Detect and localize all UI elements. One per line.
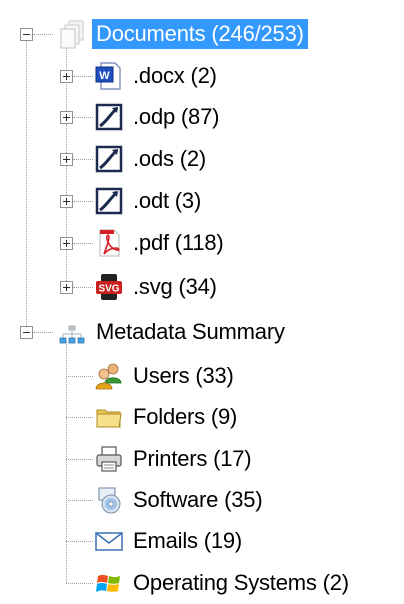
email-icon: [94, 526, 124, 556]
expand-ods-toggle[interactable]: [60, 153, 73, 166]
tree-node-label: .svg (34): [133, 274, 217, 299]
folder-icon: [94, 402, 124, 432]
tree-node-printers[interactable]: Printers (17): [94, 443, 255, 475]
printer-icon: [94, 444, 124, 474]
tree-node-ods[interactable]: .ods (2): [94, 143, 210, 175]
tree-node-label: .ods (2): [133, 146, 206, 171]
svg-text:SVG: SVG: [98, 284, 119, 295]
collapse-metadata-toggle[interactable]: [20, 326, 33, 339]
tree-node-users[interactable]: Users (33): [94, 360, 238, 392]
tree-node-folders[interactable]: Folders (9): [94, 401, 241, 433]
tree-node-label: Operating Systems (2): [133, 570, 349, 595]
tree-guide-line: [33, 34, 53, 35]
tree-node-label: .odt (3): [133, 188, 202, 213]
tree-node-pdf[interactable]: .pdf (118): [94, 227, 228, 259]
tree-view[interactable]: Documents (246/253) W .docx (2) .odp (87…: [0, 0, 404, 604]
tree-node-metadata-summary[interactable]: Metadata Summary: [57, 316, 289, 348]
svg-icon: SVG: [94, 272, 124, 302]
tree-guide-line: [33, 332, 53, 333]
svg-text:W: W: [99, 70, 110, 82]
tree-node-label: Folders (9): [133, 404, 238, 429]
openoffice-icon: [94, 186, 124, 216]
tree-node-operating-systems[interactable]: Operating Systems (2): [94, 567, 353, 599]
tree-node-label: Emails (19): [133, 528, 243, 553]
tree-node-odt[interactable]: .odt (3): [94, 185, 205, 217]
expand-svg-toggle[interactable]: [60, 281, 73, 294]
software-icon: [94, 485, 124, 515]
tree-guide-line: [73, 159, 93, 160]
network-icon: [57, 317, 87, 347]
word-document-icon: W: [94, 61, 124, 91]
windows-logo-icon: [94, 568, 124, 598]
tree-guide-line: [73, 243, 93, 244]
expand-odp-toggle[interactable]: [60, 111, 73, 124]
tree-guide-line: [26, 40, 27, 332]
tree-node-docx[interactable]: W .docx (2): [94, 60, 221, 92]
tree-node-label: Metadata Summary: [96, 319, 285, 344]
tree-guide-line: [66, 417, 93, 418]
tree-node-label: .odp (87): [133, 104, 220, 129]
pdf-icon: [94, 228, 124, 258]
tree-guide-line: [66, 500, 93, 501]
tree-node-software[interactable]: Software (35): [94, 484, 266, 516]
tree-guide-line: [73, 117, 93, 118]
tree-guide-line: [73, 201, 93, 202]
tree-node-odp[interactable]: .odp (87): [94, 101, 223, 133]
users-icon: [94, 361, 124, 391]
tree-node-label: Software (35): [133, 487, 263, 512]
tree-guide-line: [73, 76, 93, 77]
tree-node-label: Printers (17): [133, 446, 252, 471]
tree-node-label: Documents (246/253): [92, 19, 308, 49]
expand-docx-toggle[interactable]: [60, 70, 73, 83]
tree-node-emails[interactable]: Emails (19): [94, 525, 246, 557]
tree-node-label: .docx (2): [133, 63, 217, 88]
documents-icon: [57, 19, 87, 49]
tree-guide-line: [73, 287, 93, 288]
collapse-documents-toggle[interactable]: [20, 28, 33, 41]
expand-odt-toggle[interactable]: [60, 195, 73, 208]
tree-node-documents[interactable]: Documents (246/253): [57, 18, 308, 50]
tree-node-label: .pdf (118): [133, 230, 224, 255]
tree-node-svg[interactable]: SVG .svg (34): [94, 271, 221, 303]
tree-guide-line: [66, 583, 93, 584]
openoffice-icon: [94, 144, 124, 174]
tree-guide-line: [66, 342, 67, 583]
expand-pdf-toggle[interactable]: [60, 237, 73, 250]
tree-node-label: Users (33): [133, 363, 234, 388]
tree-guide-line: [66, 376, 93, 377]
tree-guide-line: [66, 541, 93, 542]
openoffice-icon: [94, 102, 124, 132]
tree-guide-line: [66, 459, 93, 460]
